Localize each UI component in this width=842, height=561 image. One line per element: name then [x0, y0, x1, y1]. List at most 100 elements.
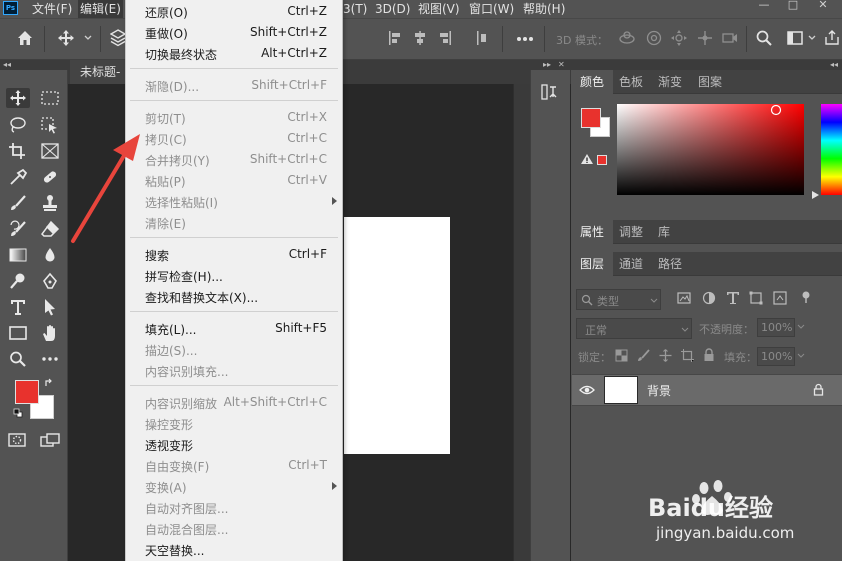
menu-item-sky-replacement[interactable]: 天空替换... — [126, 539, 342, 560]
distribute-icon[interactable] — [475, 29, 489, 47]
menu-item-toggle-last-state[interactable]: 切换最终状态 Alt+Ctrl+Z — [126, 43, 342, 64]
filter-toggle-icon[interactable] — [801, 290, 811, 304]
opacity-input[interactable]: 100% — [757, 318, 795, 337]
menu-item-paste-special[interactable]: 选择性粘贴(I) — [126, 191, 342, 212]
history-brush-tool-icon[interactable] — [8, 220, 28, 238]
pen-tool-icon[interactable] — [40, 272, 60, 290]
swap-colors-icon[interactable] — [44, 378, 54, 388]
menu-window[interactable]: 窗口(W) — [467, 0, 516, 18]
quick-mask-icon[interactable] — [8, 432, 26, 448]
menu-help[interactable]: 帮助(H) — [521, 0, 567, 18]
blend-mode-select[interactable]: 正常 — [576, 318, 692, 339]
auto-select-layer-icon[interactable] — [110, 29, 126, 47]
menu-item-perspective-warp[interactable]: 透视变形 — [126, 434, 342, 455]
menu-item-undo[interactable]: 还原(O) Ctrl+Z — [126, 1, 342, 22]
menu-item-search[interactable]: 搜索 Ctrl+F — [126, 244, 342, 265]
menu-item-clear[interactable]: 清除(E) — [126, 212, 342, 233]
type-tool-icon[interactable] — [8, 298, 28, 316]
move-tool[interactable] — [6, 88, 30, 108]
layer-name[interactable]: 背景 — [647, 382, 671, 399]
tab-swatches[interactable]: 色板 — [610, 70, 652, 94]
tab-patterns[interactable]: 图案 — [689, 70, 731, 94]
menu-edit[interactable]: 编辑(E) — [78, 0, 123, 18]
menu-item-content-aware-scale[interactable]: 内容识别缩放 Alt+Shift+Ctrl+C — [126, 392, 342, 413]
zoom-tool-icon[interactable] — [8, 350, 28, 368]
tab-libraries[interactable]: 库 — [649, 220, 679, 244]
gamut-color-swatch[interactable] — [597, 155, 607, 165]
lock-position-icon[interactable] — [659, 349, 672, 362]
chevron-down-icon[interactable] — [797, 353, 805, 358]
crop-tool-icon[interactable] — [8, 142, 28, 160]
menu-3d[interactable]: 3D(D) — [373, 0, 412, 18]
fill-input[interactable]: 100% — [757, 347, 795, 366]
chevron-down-icon[interactable] — [84, 35, 92, 41]
edit-toolbar-icon[interactable] — [40, 350, 60, 368]
menu-item-puppet-warp[interactable]: 操控变形 — [126, 413, 342, 434]
tab-adjustments[interactable]: 调整 — [610, 220, 652, 244]
foreground-color-swatch[interactable] — [581, 108, 601, 128]
search-icon[interactable] — [755, 29, 773, 47]
menu-item-copy[interactable]: 拷贝(C) Ctrl+C — [126, 128, 342, 149]
history-panel-icon[interactable] — [540, 83, 558, 101]
filter-smart-object-icon[interactable] — [773, 291, 787, 305]
menu-item-transform[interactable]: 变换(A) — [126, 476, 342, 497]
eyedropper-tool-icon[interactable] — [8, 168, 28, 186]
3d-camera-icon[interactable] — [721, 29, 739, 47]
dodge-tool-icon[interactable] — [8, 272, 28, 290]
eraser-tool-icon[interactable] — [40, 220, 60, 238]
align-left-icon[interactable] — [388, 29, 404, 47]
lasso-tool-icon[interactable] — [8, 116, 28, 134]
eye-visibility-icon[interactable] — [579, 384, 595, 396]
rectangle-tool-icon[interactable] — [8, 324, 28, 342]
lock-all-icon[interactable] — [703, 348, 715, 362]
hue-slider-handle-icon[interactable] — [812, 191, 819, 199]
document-canvas[interactable] — [344, 217, 450, 454]
layer-filter-select[interactable]: 类型 — [576, 289, 661, 310]
3d-pan-icon[interactable] — [670, 29, 688, 47]
menu-item-find-replace-text[interactable]: 查找和替换文本(X)... — [126, 286, 342, 307]
lock-artboard-icon[interactable] — [681, 349, 694, 362]
clone-stamp-tool-icon[interactable] — [40, 194, 60, 212]
chevron-down-icon[interactable] — [808, 35, 816, 41]
close-dock-icon[interactable]: ✕ — [558, 60, 565, 69]
menu-item-check-spelling[interactable]: 拼写检查(H)... — [126, 265, 342, 286]
menu-type[interactable]: 3(T) — [341, 0, 369, 18]
filter-adjustment-icon[interactable] — [702, 291, 716, 305]
menu-item-fade[interactable]: 渐隐(D)... Shift+Ctrl+F — [126, 75, 342, 96]
foreground-color-swatch[interactable] — [15, 380, 39, 404]
menu-item-auto-blend-layers[interactable]: 自动混合图层... — [126, 518, 342, 539]
healing-brush-tool-icon[interactable] — [40, 168, 60, 186]
more-options-icon[interactable] — [516, 36, 534, 42]
document-tab[interactable]: 未标题- — [70, 60, 130, 84]
tab-paths[interactable]: 路径 — [649, 252, 691, 276]
3d-slide-icon[interactable] — [696, 29, 714, 47]
align-center-icon[interactable] — [412, 29, 428, 47]
tab-gradients[interactable]: 渐变 — [649, 70, 691, 94]
filter-pixel-icon[interactable] — [677, 291, 691, 305]
filter-shape-icon[interactable] — [749, 291, 763, 305]
menu-item-auto-align-layers[interactable]: 自动对齐图层... — [126, 497, 342, 518]
screen-mode-icon[interactable] — [40, 432, 60, 448]
menu-item-fill[interactable]: 填充(L)... Shift+F5 — [126, 318, 342, 339]
3d-orbit-icon[interactable] — [618, 29, 636, 47]
hue-slider[interactable] — [821, 104, 842, 195]
minimize-button[interactable]: — — [754, 0, 774, 12]
menu-item-paste[interactable]: 粘贴(P) Ctrl+V — [126, 170, 342, 191]
hand-tool-icon[interactable] — [40, 323, 60, 343]
default-colors-icon[interactable] — [13, 408, 23, 418]
menu-view[interactable]: 视图(V) — [416, 0, 462, 18]
menu-item-content-aware-fill[interactable]: 内容识别填充... — [126, 360, 342, 381]
close-window-button[interactable]: ✕ — [813, 0, 833, 12]
gradient-tool-icon[interactable] — [8, 246, 28, 264]
path-selection-tool-icon[interactable] — [40, 298, 60, 316]
brush-tool-icon[interactable] — [8, 194, 28, 212]
collapse-right-icon[interactable]: ◂◂ — [830, 60, 838, 69]
move-tool-icon[interactable] — [57, 29, 75, 47]
menu-item-copy-merged[interactable]: 合并拷贝(Y) Shift+Ctrl+C — [126, 149, 342, 170]
align-right-icon[interactable] — [436, 29, 452, 47]
marquee-tool-icon[interactable] — [40, 89, 60, 107]
maximize-button[interactable]: □ — [783, 0, 803, 12]
menu-file[interactable]: 文件(F) — [30, 0, 74, 18]
menu-item-free-transform[interactable]: 自由变换(F) Ctrl+T — [126, 455, 342, 476]
filter-type-icon[interactable] — [726, 291, 740, 305]
